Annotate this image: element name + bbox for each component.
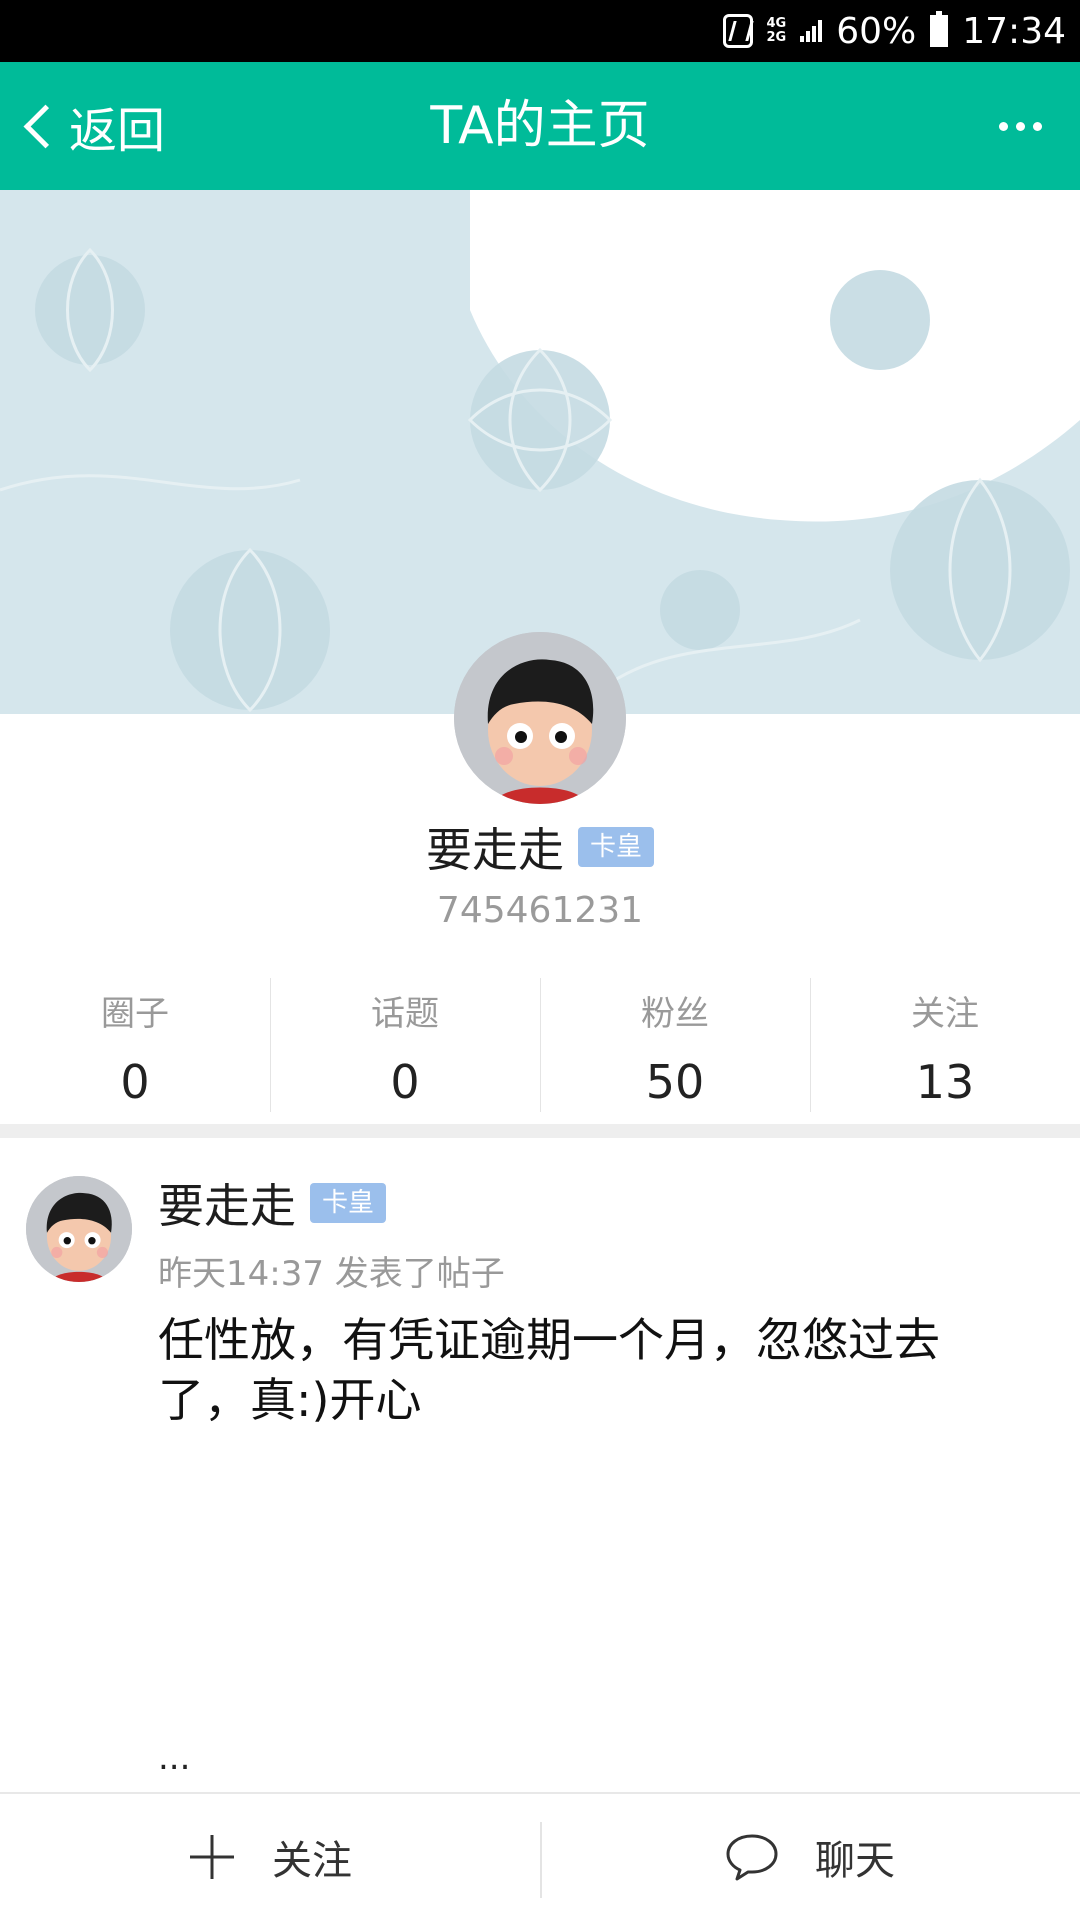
network-type-bottom: 2G: [766, 30, 787, 45]
post-author-badge: 卡皇: [310, 1183, 387, 1223]
post-item[interactable]: 要走走 卡皇 昨天14:37 发表了帖子 任性放，有凭证逾期一个月，忽悠过去了，…: [0, 1138, 1080, 1792]
post-avatar[interactable]: [26, 1176, 132, 1282]
profile-avatar[interactable]: [454, 632, 626, 804]
stat-value: 13: [915, 1055, 975, 1109]
stat-value: 0: [390, 1055, 420, 1109]
back-label: 返回: [69, 103, 166, 159]
more-button[interactable]: [999, 62, 1042, 190]
user-id: 745461231: [436, 890, 644, 931]
profile-name: 要走走: [425, 823, 564, 877]
follow-label: 关注: [272, 1838, 352, 1884]
chat-button[interactable]: 聊天: [540, 1794, 1080, 1920]
post-text: 任性放，有凭证逾期一个月，忽悠过去了，真:)开心: [158, 1313, 940, 1427]
post-author[interactable]: 要走走: [158, 1170, 296, 1236]
stat-value: 0: [120, 1055, 150, 1109]
stat-circles[interactable]: 圈子 0: [0, 978, 270, 1112]
post-header: 要走走 卡皇: [158, 1168, 387, 1238]
stat-label: 关注: [911, 994, 979, 1034]
more-dots-icon: [999, 121, 1008, 131]
stats-row: 圈子 0 话题 0 粉丝 50 关注 13: [0, 978, 1080, 1112]
network-indicator: 4G 2G: [767, 17, 787, 45]
chevron-left-icon: [23, 104, 68, 148]
nav-bar: TA的主页 返回: [0, 62, 1080, 190]
stat-value: 50: [645, 1055, 705, 1109]
status-bar: 4G 2G 60% 17:34: [0, 0, 1080, 62]
battery-icon: [930, 11, 949, 47]
plus-icon: [190, 1835, 234, 1879]
nfc-icon: [722, 14, 753, 48]
post-meta: 昨天14:37 发表了帖子: [158, 1254, 505, 1294]
bottom-bar: 关注 聊天: [0, 1792, 1080, 1920]
section-divider: [0, 1124, 1080, 1138]
stat-label: 话题: [371, 994, 439, 1034]
chat-label: 聊天: [815, 1838, 895, 1884]
network-type-top: 4G: [766, 16, 787, 31]
chat-bubble-icon: [726, 1834, 778, 1881]
post-more: ...: [158, 1738, 191, 1778]
stat-fans[interactable]: 粉丝 50: [540, 978, 810, 1112]
follow-button[interactable]: 关注: [0, 1794, 540, 1920]
signal-icon: [800, 20, 823, 42]
battery-percent: 60%: [836, 10, 917, 52]
stat-label: 圈子: [101, 994, 169, 1034]
profile-badge: 卡皇: [577, 827, 654, 867]
profile-name-row: 要走走 卡皇: [0, 812, 1080, 882]
stat-topics[interactable]: 话题 0: [270, 978, 540, 1112]
status-time: 17:34: [962, 10, 1066, 52]
stat-following[interactable]: 关注 13: [810, 978, 1080, 1112]
back-button[interactable]: 返回: [18, 62, 165, 190]
stat-label: 粉丝: [641, 994, 709, 1034]
